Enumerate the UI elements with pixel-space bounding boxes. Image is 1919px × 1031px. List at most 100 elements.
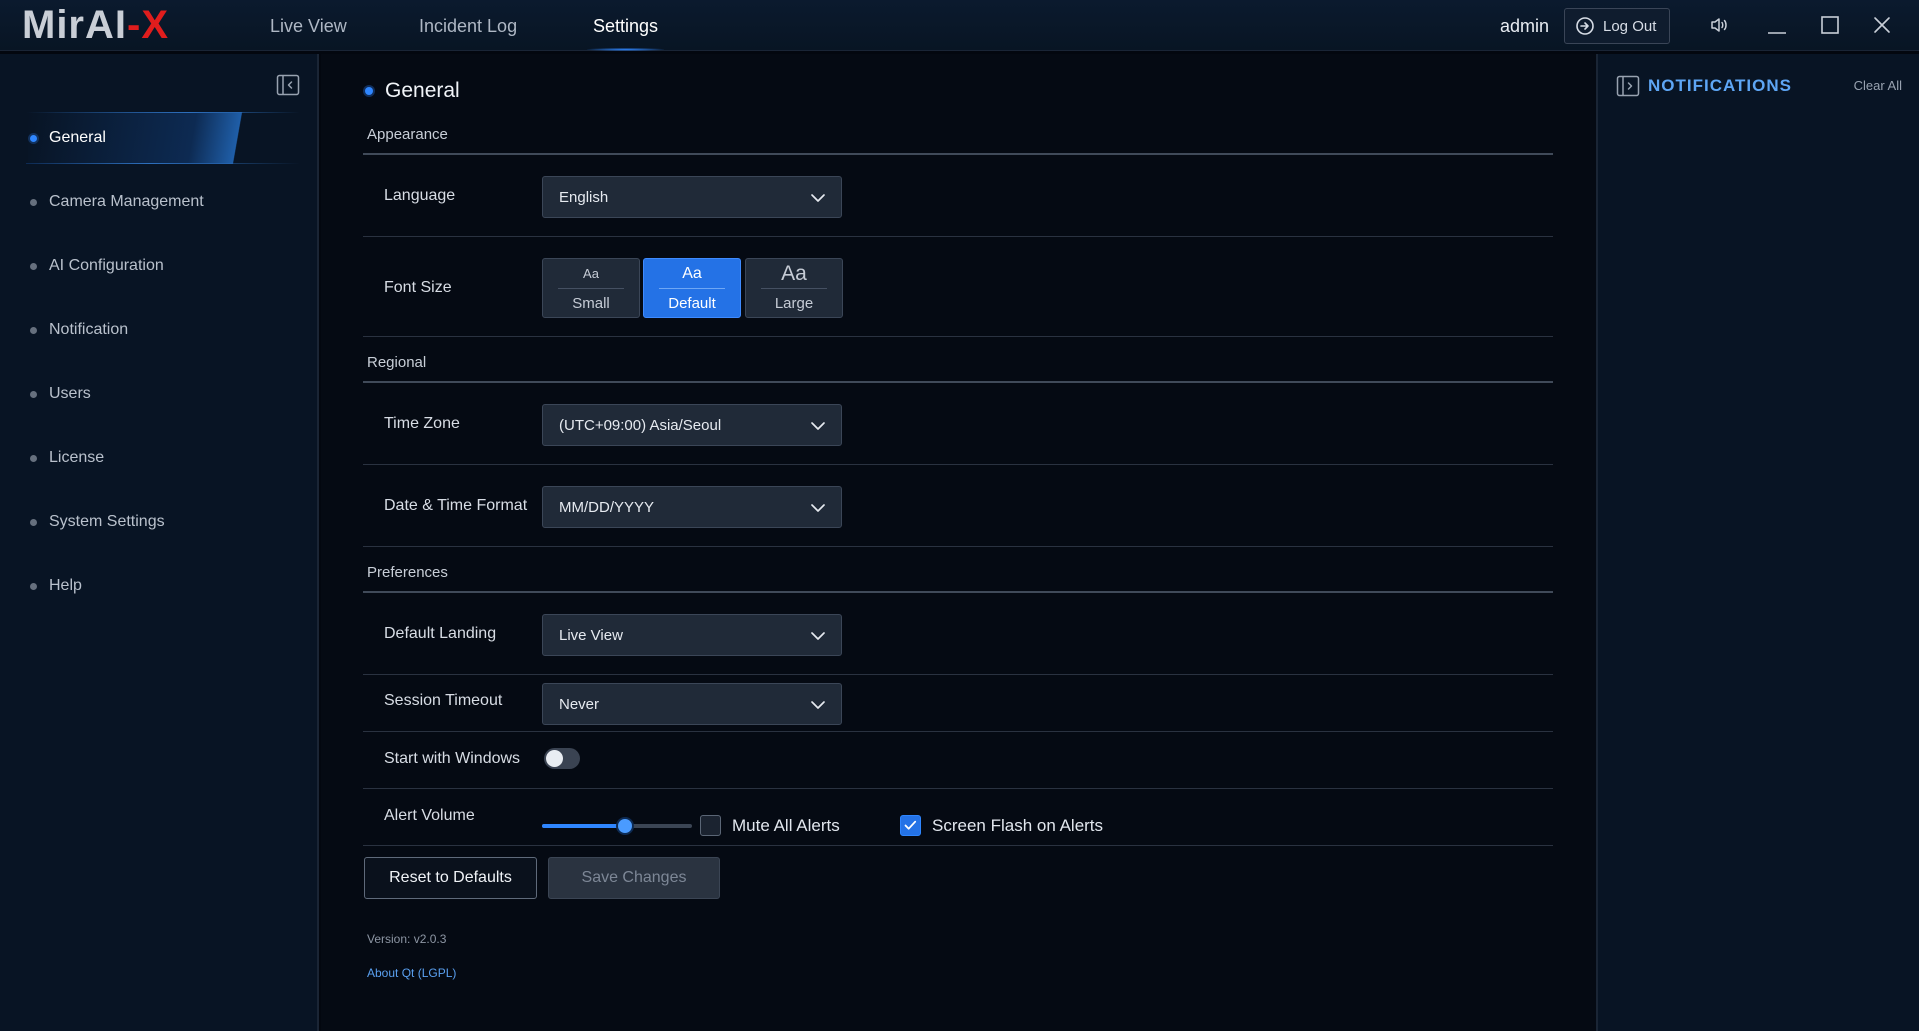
settings-sidebar: General Camera Management AI Configurati… bbox=[0, 54, 319, 1031]
section-divider bbox=[363, 591, 1553, 593]
chevron-down-icon bbox=[811, 422, 825, 430]
reset-to-defaults-button[interactable]: Reset to Defaults bbox=[364, 857, 537, 899]
collapse-sidebar-icon[interactable] bbox=[276, 74, 300, 96]
notifications-panel: NOTIFICATIONS Clear All bbox=[1596, 54, 1919, 1031]
sidebar-item-label: Users bbox=[49, 385, 91, 402]
chevron-down-icon bbox=[811, 701, 825, 709]
default-landing-dropdown[interactable]: Live View bbox=[542, 614, 842, 656]
screen-flash-label: Screen Flash on Alerts bbox=[932, 816, 1104, 835]
bullet-dot bbox=[30, 198, 37, 206]
logout-label: Log Out bbox=[1603, 17, 1657, 35]
bullet-dot bbox=[30, 134, 37, 142]
page-title: General bbox=[365, 79, 460, 103]
alert-volume-slider[interactable] bbox=[542, 816, 692, 836]
sidebar-item-label: System Settings bbox=[49, 513, 165, 530]
sidebar-item-help[interactable]: Help bbox=[0, 560, 300, 612]
font-size-option-label: Small bbox=[572, 294, 610, 312]
font-size-small-button[interactable]: Aa Small bbox=[542, 258, 640, 318]
logout-icon bbox=[1576, 17, 1594, 35]
date-format-label: Date & Time Format bbox=[384, 497, 528, 514]
bullet-dot bbox=[30, 262, 37, 270]
screen-flash-checkbox[interactable] bbox=[900, 815, 921, 836]
chevron-down-icon bbox=[811, 194, 825, 202]
notifications-title: NOTIFICATIONS bbox=[1648, 76, 1792, 95]
logout-button[interactable]: Log Out bbox=[1564, 8, 1670, 44]
font-size-default-button[interactable]: Aa Default bbox=[643, 258, 741, 318]
sidebar-item-general[interactable]: General bbox=[0, 112, 300, 164]
sidebar-item-system-settings[interactable]: System Settings bbox=[0, 496, 300, 548]
row-divider bbox=[363, 845, 1553, 846]
title-bullet bbox=[365, 87, 373, 95]
sidebar-item-users[interactable]: Users bbox=[0, 368, 300, 420]
time-zone-dropdown[interactable]: (UTC+09:00) Asia/Seoul bbox=[542, 404, 842, 446]
settings-content: General Appearance Language English Font… bbox=[321, 54, 1596, 1031]
language-value: English bbox=[559, 188, 609, 206]
section-divider bbox=[363, 153, 1553, 155]
font-size-label: Font Size bbox=[384, 279, 452, 296]
slider-thumb[interactable] bbox=[617, 819, 632, 833]
bullet-dot bbox=[30, 326, 37, 334]
sidebar-item-label: Help bbox=[49, 577, 82, 594]
chevron-down-icon bbox=[811, 504, 825, 512]
minimize-icon[interactable] bbox=[1765, 13, 1789, 37]
row-divider bbox=[363, 336, 1553, 337]
sidebar-item-ai-configuration[interactable]: AI Configuration bbox=[0, 240, 300, 292]
highlight-line-bottom bbox=[26, 163, 300, 164]
bullet-dot bbox=[30, 518, 37, 526]
session-timeout-dropdown[interactable]: Never bbox=[542, 683, 842, 725]
default-landing-value: Live View bbox=[559, 626, 623, 644]
logo-text-main: MirAI bbox=[22, 2, 127, 47]
row-divider bbox=[363, 731, 1553, 732]
bullet-dot bbox=[30, 582, 37, 590]
row-divider bbox=[363, 236, 1553, 237]
font-size-option-label: Default bbox=[668, 294, 716, 312]
font-sample: Aa bbox=[761, 259, 827, 289]
tab-settings[interactable]: Settings bbox=[587, 0, 665, 51]
expand-panel-icon[interactable] bbox=[1616, 75, 1640, 97]
start-with-windows-label: Start with Windows bbox=[384, 750, 521, 767]
tab-settings-label: Settings bbox=[593, 16, 659, 36]
bullet-dot bbox=[30, 390, 37, 398]
font-size-large-button[interactable]: Aa Large bbox=[745, 258, 843, 318]
page-title-text: General bbox=[385, 79, 460, 102]
language-dropdown[interactable]: English bbox=[542, 176, 842, 218]
row-divider bbox=[363, 674, 1553, 675]
sidebar-item-label: AI Configuration bbox=[49, 257, 164, 274]
mute-all-alerts-checkbox[interactable] bbox=[700, 815, 721, 836]
section-regional: Regional bbox=[367, 354, 427, 371]
session-timeout-value: Never bbox=[559, 695, 600, 713]
sidebar-item-camera-management[interactable]: Camera Management bbox=[0, 176, 300, 228]
font-size-option-label: Large bbox=[774, 294, 814, 312]
version-label: Version: v2.0.3 bbox=[367, 932, 447, 946]
save-changes-button[interactable]: Save Changes bbox=[548, 857, 720, 899]
date-format-dropdown[interactable]: MM/DD/YYYY bbox=[542, 486, 842, 528]
tab-live-view[interactable]: Live View bbox=[270, 0, 347, 51]
sidebar-item-license[interactable]: License bbox=[0, 432, 300, 484]
font-sample: Aa bbox=[558, 259, 624, 289]
maximize-icon[interactable] bbox=[1818, 13, 1842, 37]
section-appearance: Appearance bbox=[367, 126, 448, 143]
about-qt-link[interactable]: About Qt (LGPL) bbox=[367, 966, 456, 980]
sound-icon[interactable] bbox=[1707, 13, 1731, 37]
start-with-windows-toggle[interactable] bbox=[544, 748, 580, 769]
clear-all-button[interactable]: Clear All bbox=[1854, 78, 1902, 93]
close-icon[interactable] bbox=[1870, 13, 1894, 37]
sidebar-item-label: Notification bbox=[49, 321, 129, 338]
sidebar-item-label: License bbox=[49, 449, 105, 466]
logo-text-suffix: -X bbox=[127, 2, 169, 47]
row-divider bbox=[363, 788, 1553, 789]
username-label: admin bbox=[1500, 16, 1550, 36]
row-divider bbox=[363, 546, 1553, 547]
active-tab-indicator bbox=[587, 48, 665, 51]
tab-incident-log[interactable]: Incident Log bbox=[419, 0, 517, 51]
sidebar-item-notification[interactable]: Notification bbox=[0, 304, 300, 356]
time-zone-value: (UTC+09:00) Asia/Seoul bbox=[559, 416, 722, 434]
alert-volume-label: Alert Volume bbox=[384, 807, 475, 824]
row-divider bbox=[363, 464, 1553, 465]
section-divider bbox=[363, 381, 1553, 383]
slider-fill bbox=[542, 824, 625, 828]
language-label: Language bbox=[384, 187, 456, 204]
time-zone-label: Time Zone bbox=[384, 415, 460, 432]
checkmark-icon bbox=[904, 820, 917, 830]
default-landing-label: Default Landing bbox=[384, 625, 497, 642]
